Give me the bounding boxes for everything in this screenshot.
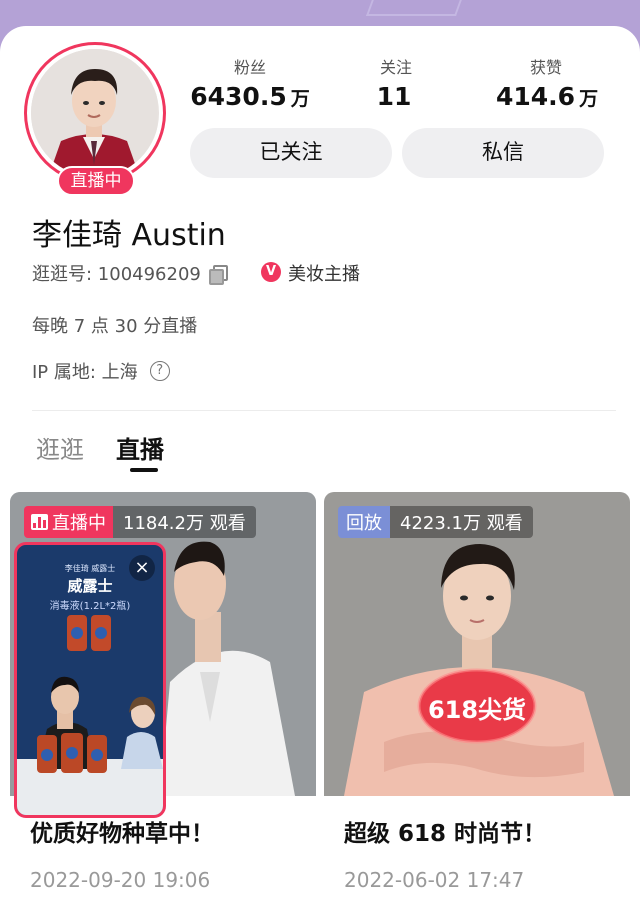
help-icon[interactable]: ? <box>149 361 170 381</box>
card-date: 2022-09-20 19:06 <box>30 868 211 892</box>
account-id: 逛逛号: 100496209 <box>32 260 228 286</box>
stat-followers[interactable]: 粉丝 6430.5 万 <box>190 54 310 111</box>
copy-icon[interactable] <box>208 265 228 285</box>
divider <box>32 410 616 411</box>
verified-icon: V <box>261 262 281 282</box>
follow-button[interactable]: 已关注 <box>190 128 392 178</box>
live-schedule: 每晚 7 点 30 分直播 <box>32 316 198 337</box>
stat-value: 414.6 万 <box>496 82 599 111</box>
live-label: 直播中 <box>24 506 113 538</box>
view-count: 4223.1万 观看 <box>390 506 533 538</box>
message-button[interactable]: 私信 <box>402 128 604 178</box>
card-date: 2022-06-02 17:47 <box>344 868 525 892</box>
active-tab-indicator <box>130 468 158 472</box>
stat-value: 6430.5 万 <box>190 82 310 111</box>
ip-location: IP 属地: 上海 ? <box>32 358 170 384</box>
replay-card[interactable]: 618尖货 回放 4223.1万 观看 超级 618 时尚节！ 2022-06-… <box>324 492 630 911</box>
account-id-label: 逛逛号: 100496209 <box>32 264 201 285</box>
pip-live-window[interactable]: 李佳琦 威露士 威露士 消毒液(1.2L*2瓶) × <box>14 542 166 818</box>
tab-live[interactable]: 直播 <box>116 430 164 465</box>
ip-label: IP 属地: 上海 <box>32 362 138 383</box>
tab-guangguang[interactable]: 逛逛 <box>36 430 84 465</box>
header-decoration <box>365 0 465 16</box>
live-badge: 直播中 1184.2万 观看 <box>24 506 256 538</box>
close-icon[interactable]: × <box>129 555 155 581</box>
stat-likes[interactable]: 获赞 414.6 万 <box>496 54 599 111</box>
pip-scene <box>17 615 163 815</box>
replay-label: 回放 <box>338 506 390 538</box>
card-title: 优质好物种草中！ <box>30 821 214 847</box>
stat-label: 粉丝 <box>233 58 266 77</box>
category-tag: 美妆主播 <box>288 264 360 285</box>
avatar[interactable] <box>24 42 166 184</box>
live-bars-icon <box>31 514 48 530</box>
live-status-badge: 直播中 <box>57 166 135 196</box>
stat-label: 关注 <box>379 58 412 77</box>
view-count: 1184.2万 观看 <box>113 506 256 538</box>
card-title: 超级 618 时尚节！ <box>344 821 547 847</box>
promo-618-label: 618尖货 <box>427 696 527 724</box>
avatar-image <box>31 49 159 177</box>
stat-value: 11 <box>376 82 412 111</box>
profile-name: 李佳琦 Austin <box>32 218 226 253</box>
replay-badge: 回放 4223.1万 观看 <box>338 506 533 538</box>
stat-following[interactable]: 关注 11 <box>356 54 436 111</box>
stat-label: 获赞 <box>529 58 562 77</box>
